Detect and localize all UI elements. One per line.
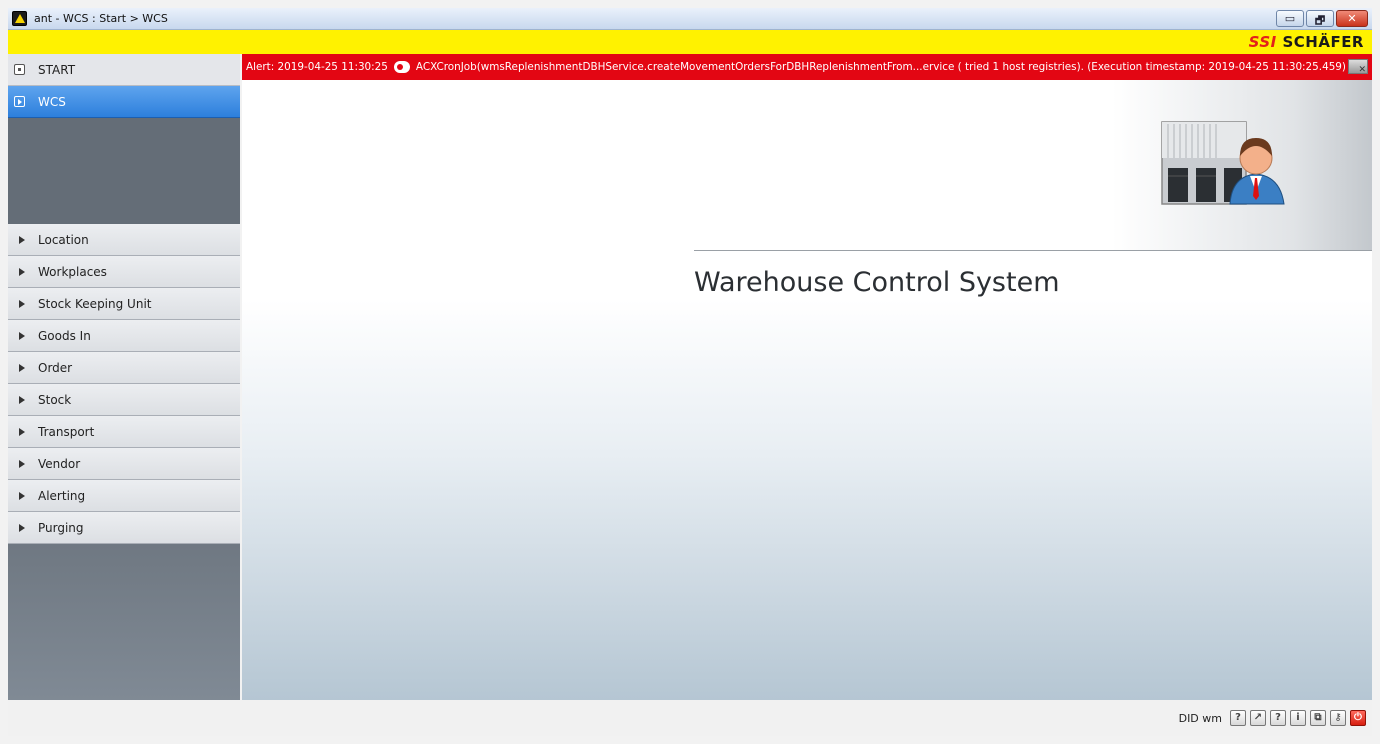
help-icon[interactable]: ? bbox=[1230, 710, 1246, 726]
sidebar-item-workplaces[interactable]: Workplaces bbox=[8, 256, 240, 288]
expand-arrow-icon bbox=[19, 331, 25, 340]
sidebar: START WCS Location Workplaces Stock Keep… bbox=[8, 54, 240, 702]
expand-arrow-icon bbox=[19, 395, 25, 404]
expand-arrow-icon bbox=[19, 427, 25, 436]
key-icon[interactable]: ⚷ bbox=[1330, 710, 1346, 726]
nav-wcs-label: WCS bbox=[38, 94, 66, 109]
warehouse-user-icon bbox=[1161, 121, 1285, 205]
sidebar-item-label: Alerting bbox=[38, 488, 86, 503]
app-logo-icon bbox=[12, 11, 27, 26]
alert-message: ACXCronJob(wmsReplenishmentDBHService.cr… bbox=[415, 61, 1346, 73]
sidebar-item-alerting[interactable]: Alerting bbox=[8, 480, 240, 512]
expand-arrow-icon bbox=[19, 491, 25, 500]
nav-start-label: START bbox=[38, 62, 76, 77]
sidebar-item-label: Stock Keeping Unit bbox=[38, 296, 152, 311]
play-box-icon bbox=[14, 96, 25, 107]
expand-arrow-icon bbox=[19, 235, 25, 244]
power-icon[interactable]: ⏻ bbox=[1350, 710, 1366, 726]
status-bar: DID wm ? ↗ ? i ⧉ ⚷ ⏻ bbox=[8, 700, 1372, 736]
sidebar-item-label: Location bbox=[38, 232, 89, 247]
expand-arrow-icon bbox=[19, 523, 25, 532]
windows-icon[interactable]: ⧉ bbox=[1310, 710, 1326, 726]
status-user: DID wm bbox=[1178, 711, 1222, 725]
sidebar-item-label: Vendor bbox=[38, 456, 81, 471]
sidebar-item-label: Purging bbox=[38, 520, 84, 535]
alert-banner[interactable]: Alert: 2019-04-25 11:30:25 ACXCronJob(wm… bbox=[242, 54, 1372, 80]
alert-dismiss-button[interactable]: ✕ bbox=[1348, 59, 1368, 75]
brand-bar: SSI SCHÄFER bbox=[8, 30, 1372, 54]
sidebar-item-vendor[interactable]: Vendor bbox=[8, 448, 240, 480]
heading-divider bbox=[694, 250, 1372, 251]
square-dot-icon bbox=[14, 64, 25, 75]
alert-icon bbox=[393, 61, 410, 73]
sidebar-item-order[interactable]: Order bbox=[8, 352, 240, 384]
sidebar-item-purging[interactable]: Purging bbox=[8, 512, 240, 544]
sidebar-item-stock-keeping-unit[interactable]: Stock Keeping Unit bbox=[8, 288, 240, 320]
expand-arrow-icon bbox=[19, 459, 25, 468]
sidebar-item-location[interactable]: Location bbox=[8, 224, 240, 256]
expand-arrow-icon bbox=[19, 267, 25, 276]
ssi-schaefer-logo: SSI SCHÄFER bbox=[1248, 33, 1364, 51]
window-title: ant - WCS : Start > WCS bbox=[34, 12, 168, 25]
sidebar-footer-area bbox=[8, 544, 240, 702]
alert-timestamp: Alert: 2019-04-25 11:30:25 bbox=[246, 61, 388, 73]
page-title: Warehouse Control System bbox=[694, 267, 1060, 298]
nav-start[interactable]: START bbox=[8, 54, 240, 86]
nav-wcs[interactable]: WCS bbox=[8, 86, 240, 118]
sidebar-spacer bbox=[8, 118, 240, 224]
help-icon-2[interactable]: ? bbox=[1270, 710, 1286, 726]
minimize-button[interactable]: ▭ bbox=[1276, 10, 1304, 27]
sidebar-item-label: Workplaces bbox=[38, 264, 107, 279]
sidebar-item-goods-in[interactable]: Goods In bbox=[8, 320, 240, 352]
info-icon[interactable]: i bbox=[1290, 710, 1306, 726]
window-titlebar: ant - WCS : Start > WCS ▭ 🗗 ✕ bbox=[8, 8, 1372, 30]
expand-arrow-icon bbox=[19, 363, 25, 372]
sidebar-item-transport[interactable]: Transport bbox=[8, 416, 240, 448]
sidebar-item-label: Transport bbox=[38, 424, 95, 439]
external-window-icon[interactable]: ↗ bbox=[1250, 710, 1266, 726]
sidebar-item-label: Stock bbox=[38, 392, 72, 407]
expand-arrow-icon bbox=[19, 299, 25, 308]
sidebar-item-label: Goods In bbox=[38, 328, 91, 343]
close-button[interactable]: ✕ bbox=[1336, 10, 1368, 27]
sidebar-item-stock[interactable]: Stock bbox=[8, 384, 240, 416]
restore-button[interactable]: 🗗 bbox=[1306, 10, 1334, 27]
main-content: Alert: 2019-04-25 11:30:25 ACXCronJob(wm… bbox=[242, 54, 1372, 700]
sidebar-item-label: Order bbox=[38, 360, 73, 375]
